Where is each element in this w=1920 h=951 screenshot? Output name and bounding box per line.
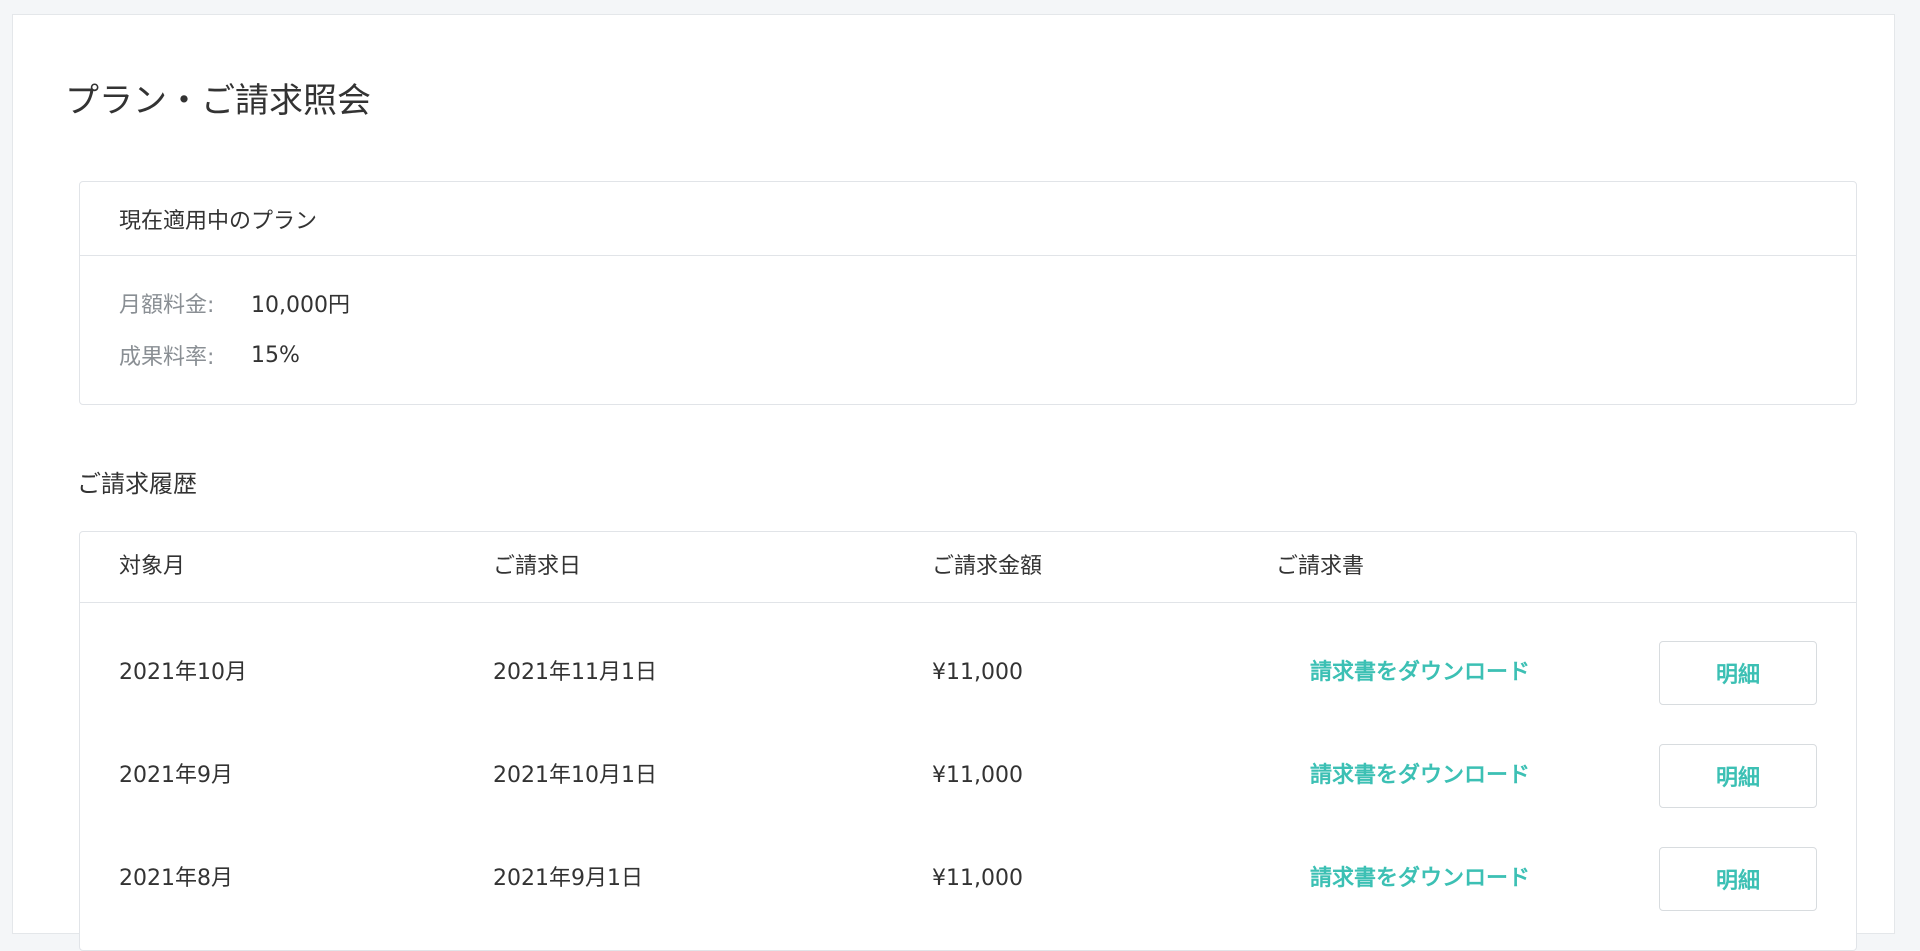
download-invoice-link[interactable]: 請求書をダウンロード [1310, 640, 1530, 706]
commission-rate-label: 成果料率: [119, 345, 215, 370]
row-amount: ¥11,000 [932, 866, 1023, 891]
row-amount: ¥11,000 [932, 660, 1023, 685]
column-header-date: ご請求日 [493, 554, 582, 579]
commission-rate-row: 成果料率: 15% [119, 339, 300, 371]
current-plan-header: 現在適用中のプラン [80, 182, 1856, 256]
table-row: 2021年8月 2021年9月1日 ¥11,000 請求書をダウンロード 明細 [80, 846, 1856, 912]
commission-rate-value: 15% [251, 342, 300, 368]
page-card: プラン・ご請求照会 現在適用中のプラン 月額料金: 10,000円 成果料率: … [12, 14, 1895, 951]
row-amount: ¥11,000 [932, 763, 1023, 788]
monthly-fee-value: 10,000円 [251, 293, 350, 318]
column-header-month: 対象月 [119, 554, 186, 579]
detail-button[interactable]: 明細 [1659, 744, 1817, 808]
row-billing-date: 2021年10月1日 [493, 763, 657, 788]
row-billing-date: 2021年11月1日 [493, 660, 657, 685]
row-month: 2021年9月 [119, 763, 233, 788]
row-month: 2021年10月 [119, 660, 247, 685]
table-row: 2021年9月 2021年10月1日 ¥11,000 請求書をダウンロード 明細 [80, 743, 1856, 809]
monthly-fee-row: 月額料金: 10,000円 [119, 287, 350, 319]
billing-history-table: 対象月 ご請求日 ご請求金額 ご請求書 2021年10月 2021年11月1日 … [79, 531, 1857, 951]
table-row: 2021年10月 2021年11月1日 ¥11,000 請求書をダウンロード 明… [80, 640, 1856, 706]
page-title: プラン・ご請求照会 [65, 81, 371, 121]
row-billing-date: 2021年9月1日 [493, 866, 643, 891]
detail-button[interactable]: 明細 [1659, 641, 1817, 705]
column-header-amount: ご請求金額 [932, 554, 1043, 579]
table-header: 対象月 ご請求日 ご請求金額 ご請求書 [80, 532, 1856, 603]
current-plan-panel: 現在適用中のプラン 月額料金: 10,000円 成果料率: 15% [79, 181, 1857, 405]
column-header-invoice: ご請求書 [1276, 554, 1365, 579]
detail-button[interactable]: 明細 [1659, 847, 1817, 911]
row-month: 2021年8月 [119, 866, 233, 891]
download-invoice-link[interactable]: 請求書をダウンロード [1310, 743, 1530, 809]
monthly-fee-label: 月額料金: [119, 293, 215, 318]
billing-history-title: ご請求履歴 [77, 470, 197, 498]
download-invoice-link[interactable]: 請求書をダウンロード [1310, 846, 1530, 912]
